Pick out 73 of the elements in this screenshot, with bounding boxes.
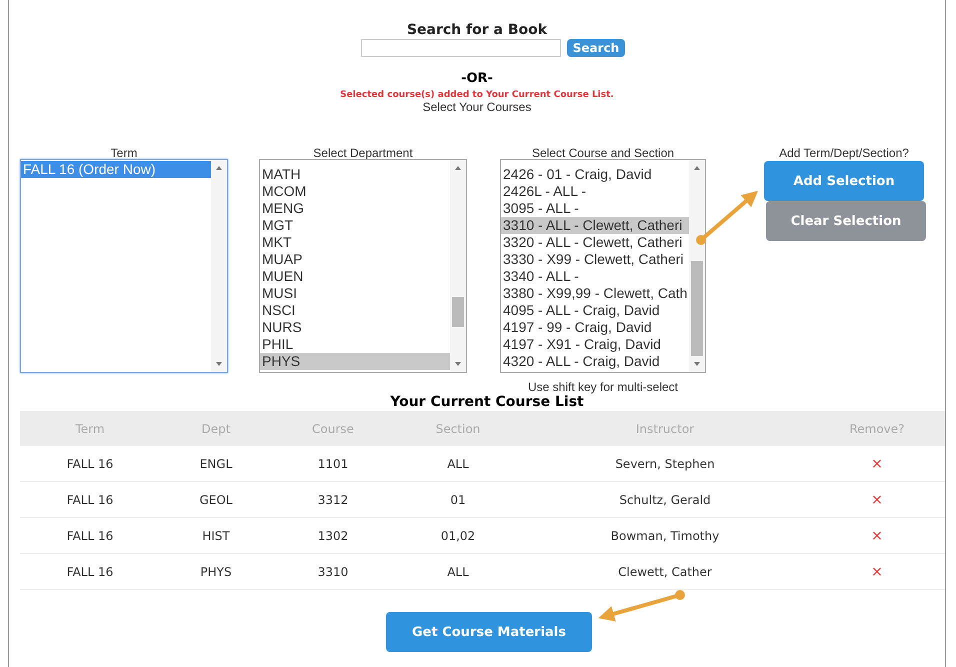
table-cell-text: 01,02 xyxy=(440,528,476,542)
list-option[interactable]: 3340 - ALL - xyxy=(501,268,689,285)
list-option[interactable]: MGT xyxy=(260,217,450,234)
list-option[interactable]: MENG xyxy=(260,200,450,217)
list-option[interactable]: 4197 - 99 - Craig, David xyxy=(501,319,689,336)
table-cell-text: 01 xyxy=(449,492,467,506)
table-cell-text: Severn, Stephen xyxy=(614,456,716,470)
list-option[interactable]: 3330 - X99 - Clewett, Catheri xyxy=(501,251,689,268)
table-cell-text: 3312 xyxy=(316,492,350,506)
add-prompt: Add Term/Dept/Section? xyxy=(779,147,909,159)
hint-text: Use shift key for multi-select xyxy=(528,381,678,394)
scrollbar[interactable] xyxy=(689,160,705,372)
search-field[interactable] xyxy=(360,39,561,57)
column-header: Instructor xyxy=(634,422,696,436)
remove-button[interactable]: × xyxy=(871,528,883,544)
column-header: Term xyxy=(74,422,106,436)
scrollbar[interactable] xyxy=(211,160,227,372)
remove-button[interactable]: × xyxy=(871,456,883,472)
list-option[interactable]: PHYS xyxy=(260,353,450,370)
list-box[interactable] xyxy=(500,159,706,373)
table-cell-text: 3310 xyxy=(316,564,350,578)
table-cell-text: Clewett, Cather xyxy=(617,564,713,578)
column-header: Course xyxy=(311,422,355,436)
table-cell-text: Bowman, Timothy xyxy=(610,528,720,542)
table-cell-text: FALL 16 xyxy=(66,456,114,470)
search-title: Search for a Book xyxy=(406,22,548,38)
table-cell-text: ALL xyxy=(446,564,470,578)
column-header: Section xyxy=(434,422,482,436)
success-message: Selected course(s) added to Your Current Course List. xyxy=(340,90,614,100)
or-divider-text: -OR- xyxy=(461,71,493,86)
remove-button[interactable]: × xyxy=(871,564,883,580)
list-option[interactable]: 4095 - ALL - Craig, David xyxy=(501,302,689,319)
table-cell-text: FALL 16 xyxy=(66,564,114,578)
list-option[interactable]: NURS xyxy=(260,319,450,336)
list-option[interactable]: MUAP xyxy=(260,251,450,268)
list-option[interactable]: MKT xyxy=(260,234,450,251)
scroll-thumb[interactable] xyxy=(691,261,703,356)
table-cell-text: ALL xyxy=(446,456,470,470)
list-option[interactable]: MCOM xyxy=(260,183,450,200)
list-option[interactable]: 3380 - X99,99 - Clewett, Cath xyxy=(501,285,689,302)
annotation-arrow xyxy=(696,190,758,245)
column-header: Dept xyxy=(200,422,232,436)
list-option[interactable]: 4320 - ALL - Craig, David xyxy=(501,353,689,370)
table-cell-text: 1302 xyxy=(316,528,350,542)
list-label: Term xyxy=(110,147,138,159)
table-cell-text: HIST xyxy=(201,528,231,542)
table-cell-text: FALL 16 xyxy=(66,528,114,542)
list-option[interactable]: 3095 - ALL - xyxy=(501,200,689,217)
scrollbar[interactable] xyxy=(450,160,466,372)
table-cell-text: ENGL xyxy=(198,456,234,470)
list-option[interactable]: 2426L - ALL - xyxy=(501,183,689,200)
list-option[interactable]: 3310 - ALL - Clewett, Catheri xyxy=(501,217,689,234)
list-box[interactable]: MATH MCOM MENG MGT MKT MUAP MUEN MUSI NSCI NURS PHIL PHYS xyxy=(259,159,467,373)
list-option[interactable]: 4197 - X91 - Craig, David xyxy=(501,336,689,353)
list-option[interactable]: MUEN xyxy=(260,268,450,285)
list-option[interactable]: 2426 - 01 - Craig, David xyxy=(501,166,689,183)
list-option[interactable]: MUSI xyxy=(260,285,450,302)
column-header: Remove? xyxy=(848,422,906,436)
list-option[interactable]: 3320 - ALL - Clewett, Catheri xyxy=(501,234,689,251)
remove-button[interactable]: × xyxy=(871,492,883,508)
list-option[interactable]: MATH xyxy=(260,166,450,183)
list-label: Select Department xyxy=(313,147,413,159)
table-cell-text: GEOL xyxy=(198,492,234,506)
table-cell-text: 1101 xyxy=(316,456,350,470)
list-label: Select Course and Section xyxy=(532,147,674,159)
section-heading: Select Your Courses xyxy=(422,100,532,114)
table-cell-text: Schultz, Gerald xyxy=(618,492,712,506)
table-cell-text: PHYS xyxy=(199,564,233,578)
list-option[interactable]: PHIL xyxy=(260,336,450,353)
table-cell-text: FALL 16 xyxy=(66,492,114,506)
list-option[interactable]: NSCI xyxy=(260,302,450,319)
table-title: Your Current Course List xyxy=(390,395,584,409)
scroll-thumb[interactable] xyxy=(452,297,464,327)
